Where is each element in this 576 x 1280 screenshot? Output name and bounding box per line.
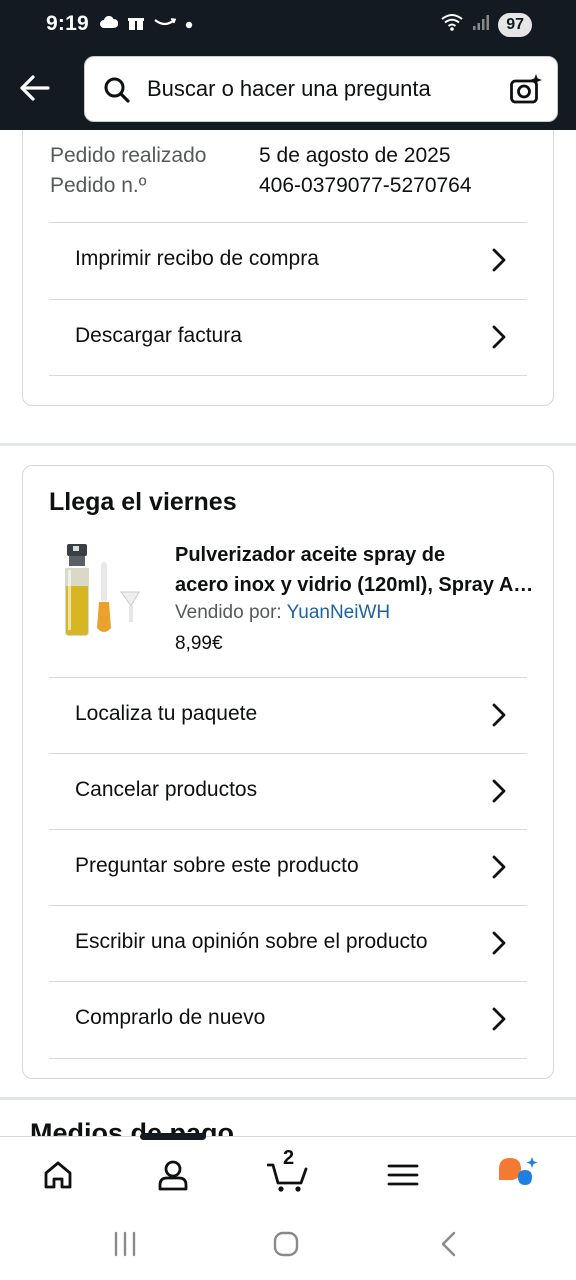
section-divider	[0, 1097, 576, 1100]
status-bar: 9:19 97	[0, 0, 576, 52]
chevron-right-icon	[492, 855, 506, 879]
track-package-row[interactable]: Localiza tu paquete	[49, 677, 527, 753]
recent-apps-icon	[114, 1231, 136, 1257]
order-number-label: Pedido n.º	[50, 174, 147, 197]
cancel-items-row[interactable]: Cancelar productos	[49, 753, 527, 829]
status-time: 9:19	[46, 12, 89, 35]
search-input[interactable]	[147, 57, 487, 121]
sold-by: Vendido por: YuanNeiWH	[175, 602, 390, 624]
sold-by-label: Vendido por:	[175, 602, 287, 623]
chevron-right-icon	[492, 931, 506, 955]
oil-sprayer-image	[65, 544, 140, 636]
section-divider	[0, 443, 576, 446]
order-placed-value: 5 de agosto de 2025	[259, 144, 451, 167]
system-back-button[interactable]	[438, 1230, 458, 1263]
chevron-right-icon	[492, 703, 506, 727]
cart-count-badge: 2	[283, 1147, 295, 1169]
amazon-smile-icon	[154, 16, 177, 34]
nav-menu[interactable]	[381, 1153, 425, 1197]
search-bar[interactable]	[84, 56, 558, 122]
system-navigation-bar	[0, 1210, 576, 1280]
active-tab-indicator	[140, 1133, 206, 1140]
back-button[interactable]	[14, 68, 54, 108]
product-title-line2: acero inox y vidrio (120ml), Spray Aceit…	[175, 574, 535, 596]
print-receipt-label: Imprimir recibo de compra	[75, 247, 319, 270]
nav-home[interactable]	[36, 1153, 80, 1197]
download-invoice-label: Descargar factura	[75, 324, 242, 347]
search-icon	[104, 77, 130, 103]
order-info-card: Pedido realizado 5 de agosto de 2025 Ped…	[22, 130, 554, 406]
nav-cart[interactable]: 2	[266, 1147, 310, 1197]
signal-icon	[472, 13, 490, 36]
account-icon	[158, 1160, 188, 1191]
write-review-row[interactable]: Escribir una opinión sobre el producto	[49, 905, 527, 981]
status-system-icons: 97	[440, 12, 532, 37]
nav-account[interactable]	[151, 1153, 195, 1197]
ask-product-question-row[interactable]: Preguntar sobre este producto	[49, 829, 527, 905]
seller-link[interactable]: YuanNeiWH	[287, 602, 391, 623]
home-circle-icon	[273, 1231, 299, 1257]
rufus-icon	[499, 1157, 538, 1185]
product-image[interactable]	[59, 540, 143, 640]
menu-icon	[387, 1164, 419, 1186]
home-icon	[44, 1161, 72, 1189]
dot-icon	[185, 16, 193, 34]
status-notifications	[100, 13, 193, 36]
print-receipt-row[interactable]: Imprimir recibo de compra	[49, 222, 527, 298]
download-invoice-row[interactable]: Descargar factura	[49, 299, 527, 375]
delivery-date-title: Llega el viernes	[49, 488, 237, 516]
chevron-right-icon	[492, 325, 506, 349]
app-header	[0, 52, 576, 130]
recent-apps-button[interactable]	[112, 1230, 138, 1263]
cloud-icon	[100, 15, 119, 34]
product-title[interactable]: Pulverizador aceite spray de acero inox …	[175, 540, 535, 600]
home-system-button[interactable]	[272, 1230, 300, 1263]
back-chevron-icon	[441, 1231, 456, 1257]
track-package-label: Localiza tu paquete	[75, 702, 258, 725]
ask-product-question-label: Preguntar sobre este producto	[75, 854, 359, 877]
order-placed-label: Pedido realizado	[50, 144, 207, 167]
buy-again-row[interactable]: Comprarlo de nuevo	[49, 981, 527, 1057]
gift-icon	[127, 13, 145, 36]
chevron-right-icon	[492, 248, 506, 272]
product-price: 8,99€	[175, 633, 223, 654]
buy-again-label: Comprarlo de nuevo	[75, 1006, 266, 1029]
product-title-line1: Pulverizador aceite spray de	[175, 544, 446, 566]
camera-sparkle-icon	[510, 74, 542, 104]
divider	[49, 1058, 527, 1059]
camera-search-button[interactable]	[509, 73, 543, 112]
bottom-navigation: 2	[0, 1133, 576, 1210]
shipment-card: Llega el viernes Pulverizador aceite spr…	[22, 465, 554, 1079]
order-number-value: 406-0379077-5270764	[259, 174, 472, 197]
write-review-label: Escribir una opinión sobre el producto	[75, 930, 428, 953]
back-arrow-icon	[20, 75, 50, 101]
chevron-right-icon	[492, 1007, 506, 1031]
chevron-right-icon	[492, 779, 506, 803]
battery-indicator: 97	[498, 12, 532, 37]
cancel-items-label: Cancelar productos	[75, 778, 258, 801]
divider	[49, 375, 527, 376]
nav-rufus[interactable]	[496, 1153, 540, 1197]
wifi-icon	[440, 12, 464, 37]
order-details-content: Pedido realizado 5 de agosto de 2025 Ped…	[0, 130, 576, 1138]
